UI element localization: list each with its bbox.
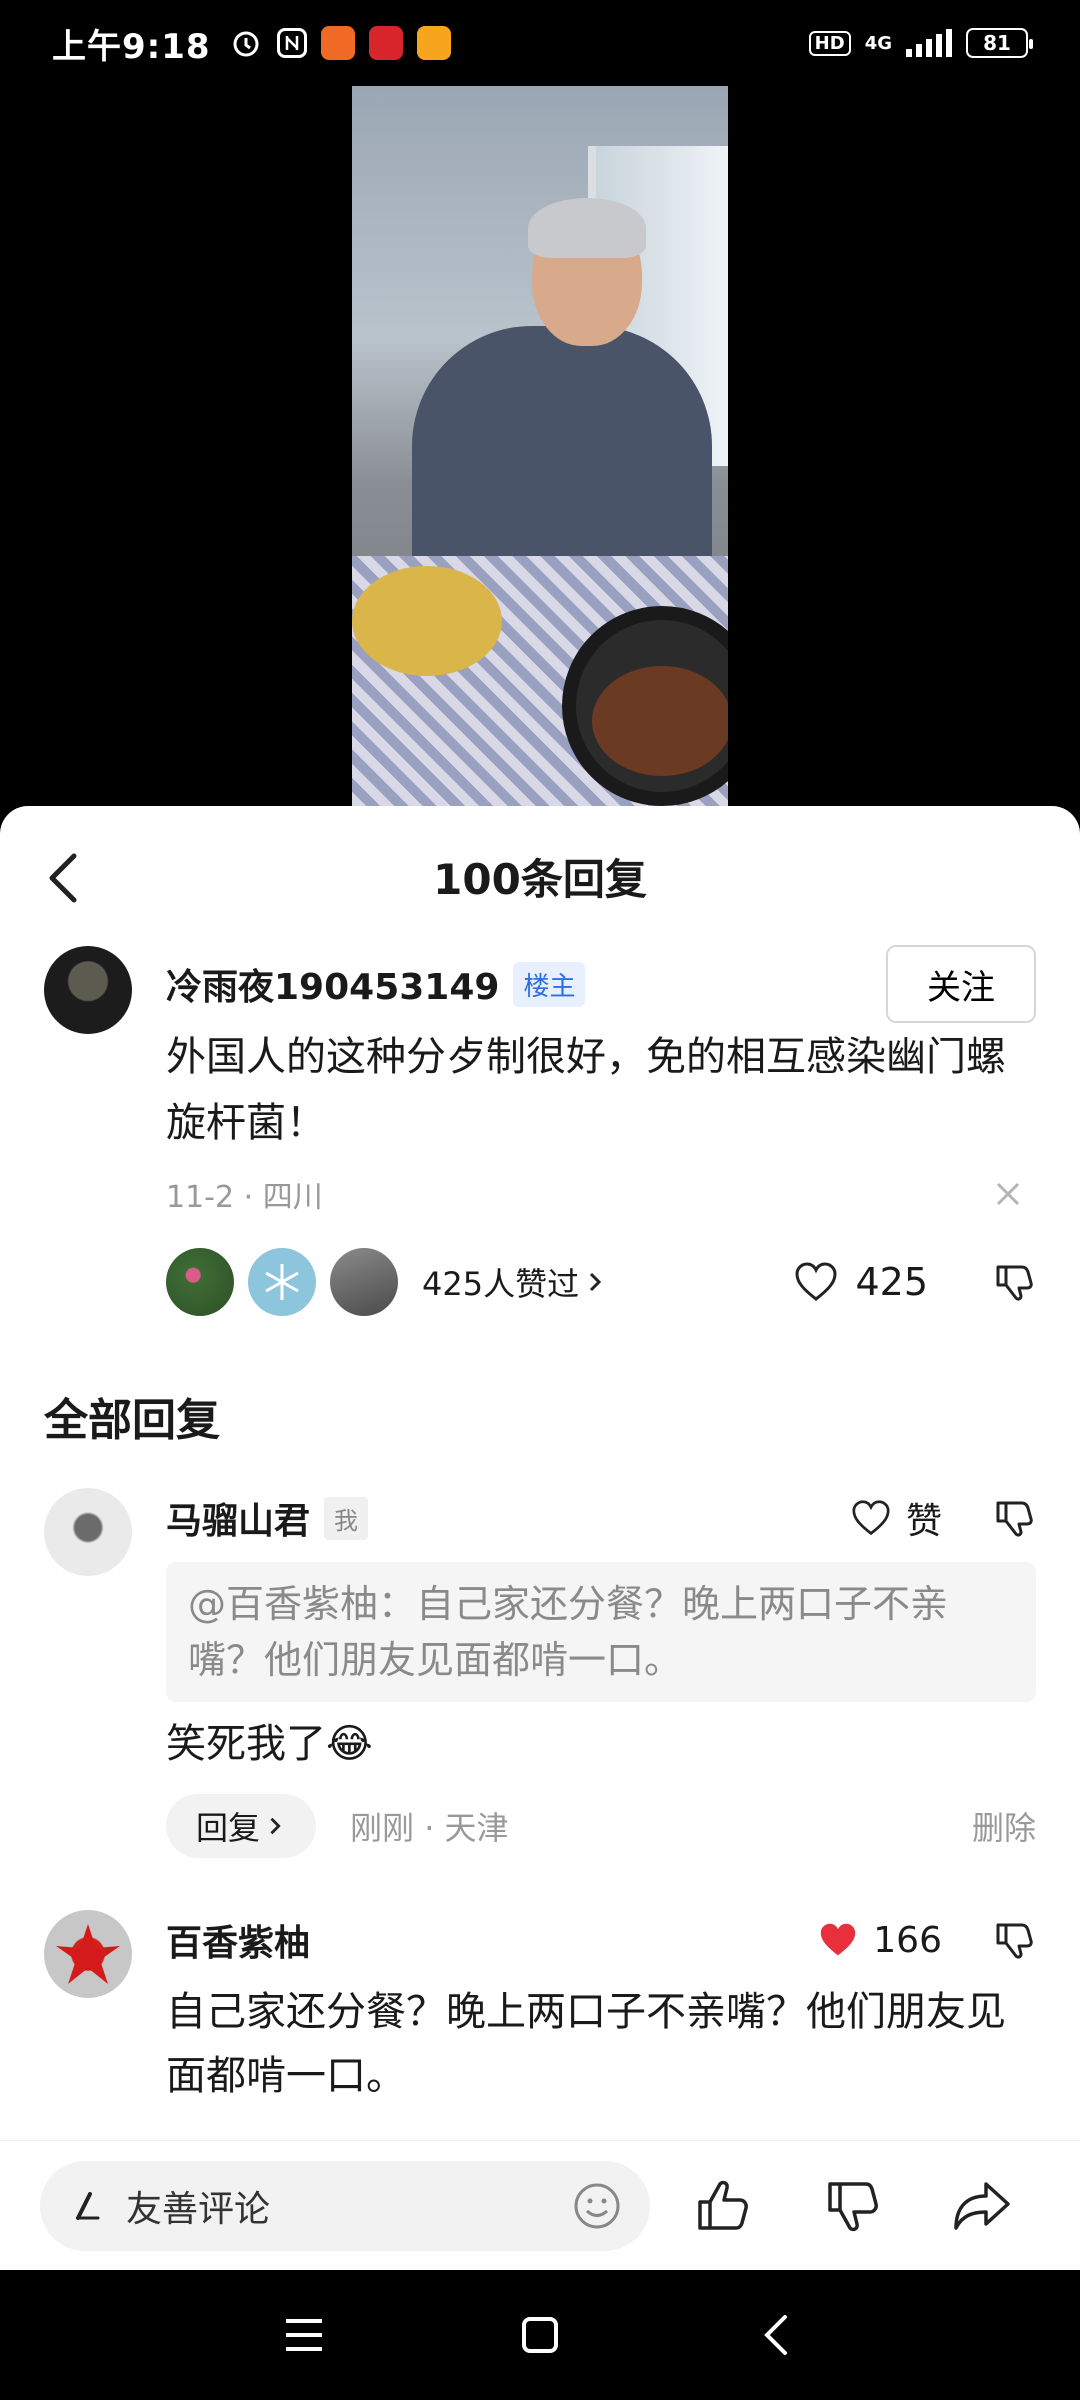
me-badge: 我 — [324, 1496, 369, 1540]
chevron-right-icon — [590, 1272, 602, 1292]
comment-text: 外国人的这种分歺制很好，免的相互感染幽门螺旋杆菌！ — [166, 1034, 1006, 1146]
heart-filled-icon — [821, 1923, 856, 1956]
bottom-action-bar: 友善评论 — [0, 2140, 1080, 2270]
video-polenta — [352, 566, 502, 676]
comment-placeholder: 友善评论 — [126, 2188, 271, 2230]
close-icon[interactable] — [988, 1174, 1028, 1214]
liked-summary-link[interactable]: 425人赞过 — [422, 1259, 607, 1305]
follow-button[interactable]: 关注 — [886, 945, 1036, 1023]
comment-input[interactable]: 友善评论 — [40, 2160, 650, 2251]
comment-author[interactable]: 冷雨夜190453149 — [166, 958, 499, 1010]
app-notification-icon — [416, 26, 451, 60]
thumbs-up-icon[interactable] — [690, 2174, 754, 2238]
liker-avatar[interactable] — [166, 1248, 234, 1316]
reply-author[interactable]: 百香紫柚 — [166, 1914, 310, 1966]
share-icon[interactable] — [950, 2174, 1014, 2238]
liker-avatar[interactable] — [330, 1248, 398, 1316]
dislike-icon[interactable] — [990, 1917, 1036, 1963]
alarm-icon — [229, 26, 263, 60]
avatar[interactable] — [44, 1488, 132, 1576]
panel-header: 100条回复 — [0, 806, 1080, 946]
back-icon[interactable] — [36, 850, 92, 906]
video-person-hair — [528, 198, 646, 258]
system-nav-bar — [0, 2270, 1080, 2400]
comment-meta: 11-2 · 四川 — [166, 1180, 323, 1215]
reply-item: 马骝山君 我 赞 @百香紫柚：自己家还分餐？晚上两口子不亲嘴？他们朋友见面都啃一… — [0, 1488, 1080, 1858]
heart-icon — [795, 1262, 837, 1301]
status-right-icons: HD 4G 81 — [808, 28, 1033, 58]
heart-icon — [852, 1500, 890, 1536]
dislike-icon[interactable] — [990, 1259, 1036, 1305]
battery-level: 81 — [983, 31, 1011, 55]
status-notification-icons — [229, 26, 451, 60]
emoji-icon[interactable] — [572, 2181, 622, 2231]
delete-link[interactable]: 删除 — [972, 1803, 1036, 1849]
reply-meta: 刚刚 · 天津 — [350, 1809, 509, 1847]
app-notification-icon — [320, 26, 355, 60]
like-label: 赞 — [905, 1501, 942, 1542]
network-type: 4G — [864, 32, 892, 54]
like-button[interactable]: 166 — [817, 1920, 942, 1961]
liker-avatar[interactable] — [248, 1248, 316, 1316]
dislike-icon[interactable] — [990, 1495, 1036, 1541]
menu-icon[interactable] — [276, 2307, 332, 2363]
signal-icon — [906, 29, 952, 57]
main-comment: 冷雨夜190453149 楼主 关注 外国人的这种分歺制很好，免的相互感染幽门螺… — [0, 945, 1080, 1318]
hd-badge: HD — [808, 30, 851, 56]
comment-panel: 100条回复 冷雨夜190453149 楼主 关注 外国人的这种分歺制很好，免的… — [0, 806, 1080, 2270]
video-player[interactable] — [352, 86, 728, 806]
back-nav-icon[interactable] — [748, 2307, 804, 2363]
chevron-right-icon — [270, 1817, 281, 1835]
nfc-icon — [276, 28, 307, 58]
reply-button[interactable]: 回复 — [166, 1794, 317, 1858]
panel-title: 100条回复 — [433, 854, 647, 904]
reply-text: 笑死我了😂 — [166, 1721, 373, 1767]
quoted-comment[interactable]: @百香紫柚：自己家还分餐？晚上两口子不亲嘴？他们朋友见面都啃一口。 — [166, 1562, 1036, 1702]
owner-badge: 楼主 — [513, 961, 586, 1007]
battery-icon: 81 — [966, 28, 1033, 58]
status-time: 上午9:18 — [52, 26, 211, 67]
avatar[interactable] — [44, 1910, 132, 1998]
home-icon[interactable] — [512, 2307, 568, 2363]
all-replies-heading: 全部回复 — [44, 1395, 220, 1446]
like-button[interactable]: 赞 — [850, 1492, 942, 1544]
pen-icon — [68, 2186, 108, 2226]
like-count: 425 — [855, 1260, 928, 1304]
like-button[interactable]: 425 — [793, 1260, 928, 1304]
reply-label: 回复 — [196, 1809, 261, 1847]
thumbs-down-icon[interactable] — [820, 2174, 884, 2238]
reply-text: 自己家还分餐？晚上两口子不亲嘴？他们朋友见面都啃一口。 — [166, 1989, 1006, 2099]
app-notification-icon — [368, 26, 403, 60]
reply-author[interactable]: 马骝山君 — [166, 1492, 310, 1544]
video-stew — [592, 666, 728, 776]
avatar[interactable] — [44, 946, 132, 1034]
status-bar: 上午9:18 HD 4G 81 — [0, 0, 1080, 86]
like-count: 166 — [873, 1919, 942, 1961]
liked-summary: 425人赞过 — [422, 1265, 580, 1303]
reply-item: 百香紫柚 166 自己家还分餐？晚上两口子不亲嘴？他们朋友见面都啃一口。 — [0, 1910, 1080, 2108]
